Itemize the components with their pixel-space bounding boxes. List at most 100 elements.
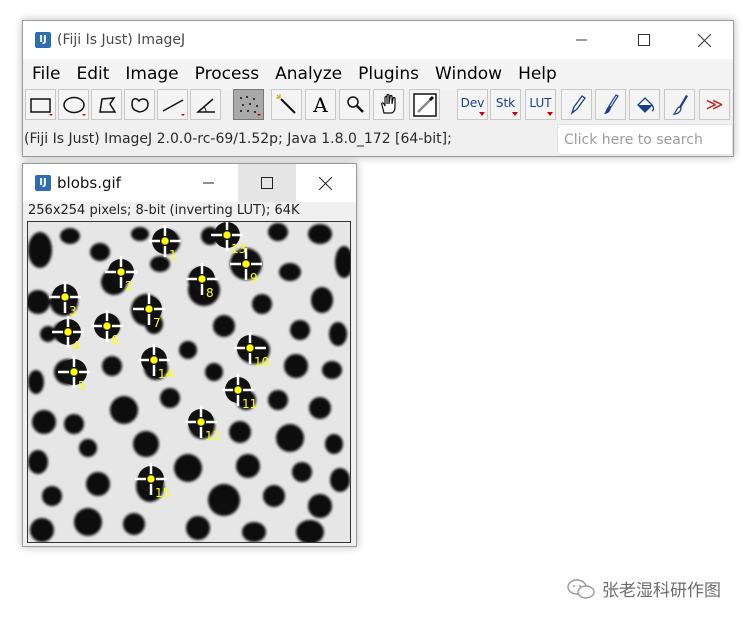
blob (102, 356, 122, 376)
blob (32, 410, 56, 434)
menu-analyze[interactable]: Analyze (269, 64, 348, 84)
blob (205, 363, 223, 381)
paintbrush-tool-button[interactable] (595, 89, 626, 120)
blob (279, 263, 301, 281)
blob (329, 322, 347, 346)
image-canvas[interactable]: 1 2 3 4 5 6 7 8 9 10 11 12 13 14 15 (27, 221, 351, 543)
image-maximize-button[interactable] (238, 164, 296, 202)
paintbrush-icon (603, 93, 619, 114)
pencil-tool-button[interactable] (561, 89, 592, 120)
blob (90, 243, 110, 261)
blob (236, 454, 260, 478)
angle-tool-button[interactable] (190, 89, 221, 120)
menu-plugins[interactable]: Plugins (352, 64, 425, 84)
blob (131, 227, 149, 241)
wand-icon (275, 93, 296, 114)
menu-file[interactable]: File (26, 64, 66, 84)
rectangle-tool-button[interactable] (25, 89, 56, 120)
blob (28, 450, 48, 474)
close-button[interactable] (675, 21, 733, 59)
freehand-icon (130, 97, 149, 112)
line-tool-button[interactable] (157, 89, 188, 120)
blob (74, 508, 102, 536)
minimize-button[interactable] (553, 21, 611, 59)
main-window-title: (Fiji Is Just) ImageJ (57, 32, 186, 48)
blob (30, 518, 54, 542)
blob (60, 228, 80, 244)
point-label: 2 (125, 279, 133, 293)
blob (311, 287, 333, 313)
toolbar: A Dev Stk LUT ≫ (23, 89, 733, 122)
stk-menu-label: Stk (495, 95, 516, 110)
blob (252, 294, 272, 314)
maximize-button[interactable] (615, 21, 673, 59)
point-label: 8 (206, 286, 214, 300)
hand-icon (380, 93, 396, 114)
blob (263, 485, 285, 507)
magnifier-tool-button[interactable] (339, 89, 370, 120)
main-titlebar[interactable]: IJ (Fiji Is Just) ImageJ (23, 21, 733, 59)
blob (42, 486, 62, 506)
menu-process[interactable]: Process (189, 64, 266, 84)
color-picker-tool-button[interactable] (409, 89, 440, 120)
blob (64, 414, 84, 434)
point-label: 15 (155, 486, 170, 500)
dev-menu-button[interactable]: Dev (457, 89, 488, 120)
lut-menu-label: LUT (529, 95, 552, 110)
menu-edit[interactable]: Edit (70, 64, 115, 84)
blob (242, 522, 266, 542)
line-icon (162, 98, 185, 116)
rectangle-icon (29, 97, 53, 116)
oval-tool-button[interactable] (58, 89, 89, 120)
blob (268, 223, 288, 241)
blob (174, 454, 202, 482)
blob (133, 431, 159, 457)
blob (150, 256, 170, 272)
freehand-tool-button[interactable] (124, 89, 155, 120)
menu-image[interactable]: Image (119, 64, 184, 84)
blob (229, 421, 251, 443)
blob (110, 396, 138, 424)
stk-dropdown-icon (512, 112, 518, 116)
dev-dropdown-icon (479, 112, 485, 116)
image-titlebar[interactable]: IJ blobs.gif (23, 164, 356, 202)
blob (322, 361, 342, 379)
text-tool-button[interactable]: A (305, 89, 336, 120)
point-label: 9 (250, 271, 258, 285)
multipoint-tool-button[interactable] (233, 89, 264, 120)
search-placeholder: Click here to search (564, 132, 703, 148)
lut-menu-button[interactable]: LUT (525, 89, 556, 120)
blob (284, 354, 308, 378)
blob (268, 390, 288, 410)
blob (309, 397, 331, 419)
flood-fill-icon (636, 96, 654, 113)
point-label: 4 (72, 339, 80, 353)
more-tools-button[interactable]: ≫ (699, 89, 730, 120)
blob (290, 320, 310, 340)
point-label: 10 (254, 355, 269, 369)
blob (213, 315, 235, 337)
imagej-main-window: IJ (Fiji Is Just) ImageJ File Edit Image… (22, 20, 734, 157)
point-label: 12 (205, 429, 220, 443)
menu-window[interactable]: Window (429, 64, 508, 84)
lut-dropdown-icon (547, 112, 553, 116)
wand-tool-button[interactable] (271, 89, 302, 120)
menu-help[interactable]: Help (512, 64, 563, 84)
blob (292, 462, 312, 482)
hand-tool-button[interactable] (373, 89, 404, 120)
blob (276, 424, 304, 452)
minimize-icon (203, 182, 214, 184)
polygon-tool-button[interactable] (91, 89, 122, 120)
point-label: 1 (169, 248, 177, 262)
image-window-title: blobs.gif (57, 174, 121, 192)
watermark-text: 张老湿科研作图 (602, 581, 721, 601)
flood-fill-tool-button[interactable] (629, 89, 660, 120)
brush-tool-button[interactable] (664, 89, 695, 120)
color-picker-icon (412, 92, 437, 117)
image-close-button[interactable] (296, 164, 354, 202)
image-window-icon: IJ (35, 175, 51, 191)
image-minimize-button[interactable] (180, 164, 238, 202)
stk-menu-button[interactable]: Stk (490, 89, 521, 120)
search-input[interactable]: Click here to search (557, 124, 733, 155)
status-bar: (Fiji Is Just) ImageJ 2.0.0-rc-69/1.52p;… (23, 123, 733, 156)
